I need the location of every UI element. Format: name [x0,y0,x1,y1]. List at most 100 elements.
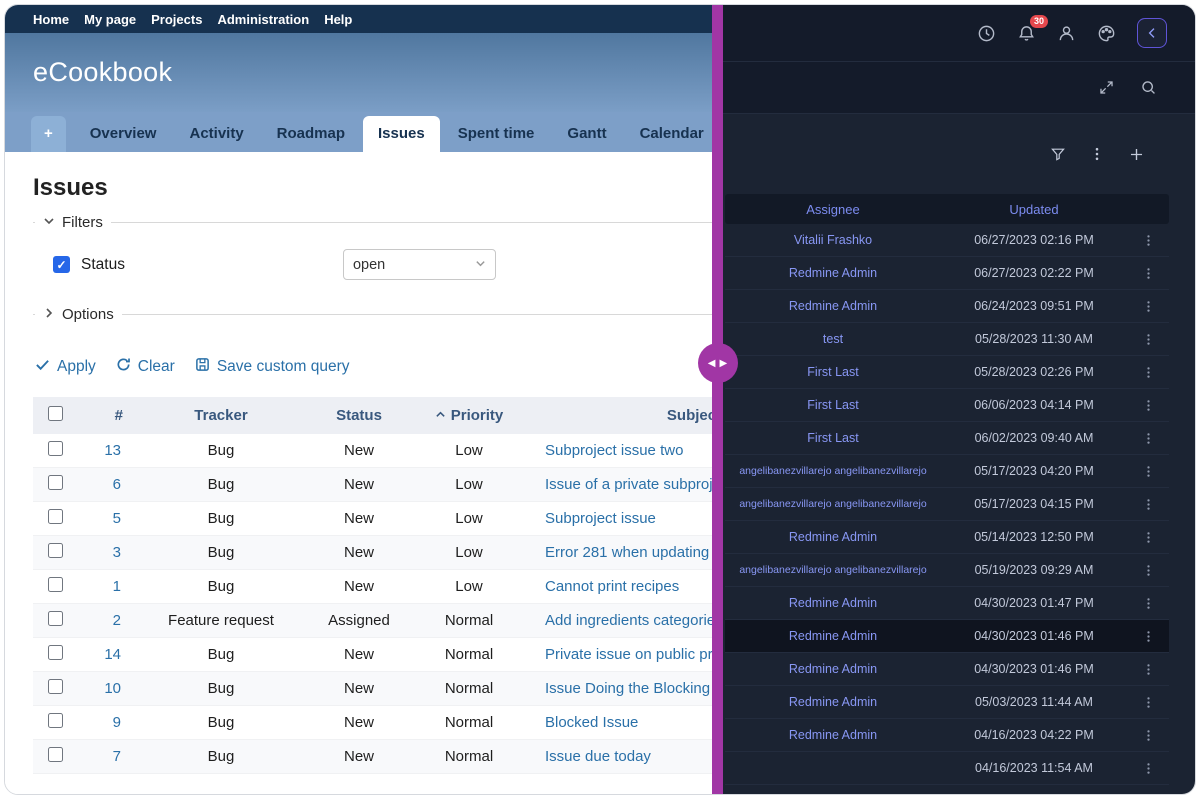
row-checkbox[interactable] [48,577,63,592]
new-object-tab[interactable]: + [31,116,66,152]
issue-id-link[interactable]: 6 [113,476,121,493]
history-clock-icon[interactable] [973,20,999,46]
row-checkbox[interactable] [48,645,63,660]
back-arrow-button[interactable] [1137,18,1167,48]
issue-subject-link[interactable]: Issue of a private subproje [545,476,717,493]
tab-spent-time[interactable]: Spent time [443,116,550,152]
issue-id-link[interactable]: 1 [113,578,121,595]
row-checkbox[interactable] [48,713,63,728]
assignee-link[interactable]: First Last [725,365,941,379]
notifications-bell-icon[interactable]: 30 [1013,20,1039,46]
issue-subject-link[interactable]: Subproject issue two [545,442,683,459]
issue-subject-link[interactable]: Cannot print recipes [545,578,679,595]
header-tracker[interactable]: Tracker [137,397,305,434]
row-menu-kebab-icon[interactable] [1127,365,1169,380]
comparison-slider-bar[interactable]: ◀ ▶ [712,5,723,794]
row-menu-kebab-icon[interactable] [1127,629,1169,644]
more-options-icon[interactable] [1084,141,1110,167]
row-menu-kebab-icon[interactable] [1127,563,1169,578]
header-status[interactable]: Status [305,397,413,434]
menu-my-page[interactable]: My page [84,12,136,27]
select-all-checkbox[interactable] [48,406,63,421]
tab-overview[interactable]: Overview [75,116,172,152]
issue-subject-link[interactable]: Issue Doing the Blocking [545,680,710,697]
assignee-link[interactable]: Redmine Admin [725,662,941,676]
assignee-link[interactable]: angelibanezvillarejo angelibanezvillarej… [725,564,941,576]
row-menu-kebab-icon[interactable] [1127,662,1169,677]
theme-palette-icon[interactable] [1093,20,1119,46]
tab-calendar[interactable]: Calendar [625,116,717,152]
row-checkbox[interactable] [48,747,63,762]
row-menu-kebab-icon[interactable] [1127,299,1169,314]
assignee-link[interactable]: Redmine Admin [725,299,941,313]
row-checkbox[interactable] [48,475,63,490]
user-profile-icon[interactable] [1053,20,1079,46]
issue-subject-link[interactable]: Private issue on public pro [545,646,717,663]
comparison-slider-handle[interactable]: ◀ ▶ [698,343,738,383]
row-menu-kebab-icon[interactable] [1127,464,1169,479]
issue-id-link[interactable]: 10 [104,680,121,697]
search-icon[interactable] [1135,75,1161,101]
status-operator-select[interactable]: open [343,249,496,280]
header-assignee[interactable]: Assignee [725,202,941,217]
issue-subject-link[interactable]: Add ingredients categories [545,612,717,629]
assignee-link[interactable]: Redmine Admin [725,728,941,742]
row-menu-kebab-icon[interactable] [1127,332,1169,347]
filter-funnel-icon[interactable] [1045,141,1071,167]
row-menu-kebab-icon[interactable] [1127,695,1169,710]
status-filter-checkbox[interactable]: ✓ [53,256,70,273]
tab-issues[interactable]: Issues [363,116,440,152]
clear-button[interactable]: Clear [116,357,175,377]
assignee-link[interactable]: angelibanezvillarejo angelibanezvillarej… [725,498,941,510]
menu-help[interactable]: Help [324,12,352,27]
header-priority[interactable]: Priority [413,397,525,434]
row-menu-kebab-icon[interactable] [1127,596,1169,611]
row-menu-kebab-icon[interactable] [1127,233,1169,248]
select-all-header[interactable] [33,397,77,434]
row-menu-kebab-icon[interactable] [1127,431,1169,446]
menu-projects[interactable]: Projects [151,12,202,27]
row-menu-kebab-icon[interactable] [1127,761,1169,776]
save-custom-query-button[interactable]: Save custom query [195,357,350,377]
tab-gantt[interactable]: Gantt [552,116,621,152]
row-checkbox[interactable] [48,441,63,456]
row-checkbox[interactable] [48,543,63,558]
issue-id-link[interactable]: 3 [113,544,121,561]
issue-subject-link[interactable]: Blocked Issue [545,714,638,731]
options-legend[interactable]: Options [35,306,122,323]
row-menu-kebab-icon[interactable] [1127,398,1169,413]
menu-home[interactable]: Home [33,12,69,27]
row-checkbox[interactable] [48,611,63,626]
issue-subject-link[interactable]: Error 281 when updating a [545,544,717,561]
tab-roadmap[interactable]: Roadmap [262,116,360,152]
row-menu-kebab-icon[interactable] [1127,266,1169,281]
filters-legend[interactable]: Filters [35,214,111,231]
issue-id-link[interactable]: 9 [113,714,121,731]
tab-activity[interactable]: Activity [174,116,258,152]
assignee-link[interactable]: First Last [725,431,941,445]
menu-administration[interactable]: Administration [217,12,309,27]
issue-subject-link[interactable]: Issue due today [545,748,651,765]
header-updated[interactable]: Updated [941,202,1127,217]
issue-id-link[interactable]: 14 [104,646,121,663]
issue-id-link[interactable]: 13 [104,442,121,459]
issue-id-link[interactable]: 7 [113,748,121,765]
assignee-link[interactable]: Redmine Admin [725,629,941,643]
assignee-link[interactable]: Vitalii Frashko [725,233,941,247]
issue-id-link[interactable]: 5 [113,510,121,527]
header-id[interactable]: # [77,397,137,434]
assignee-link[interactable]: angelibanezvillarejo angelibanezvillarej… [725,465,941,477]
row-checkbox[interactable] [48,679,63,694]
assignee-link[interactable]: Redmine Admin [725,530,941,544]
assignee-link[interactable]: test [725,332,941,346]
row-menu-kebab-icon[interactable] [1127,530,1169,545]
assignee-link[interactable]: Redmine Admin [725,695,941,709]
row-menu-kebab-icon[interactable] [1127,728,1169,743]
issue-id-link[interactable]: 2 [113,612,121,629]
issue-subject-link[interactable]: Subproject issue [545,510,656,527]
row-menu-kebab-icon[interactable] [1127,497,1169,512]
assignee-link[interactable]: Redmine Admin [725,266,941,280]
assignee-link[interactable]: First Last [725,398,941,412]
assignee-link[interactable]: Redmine Admin [725,596,941,610]
expand-icon[interactable] [1093,75,1119,101]
